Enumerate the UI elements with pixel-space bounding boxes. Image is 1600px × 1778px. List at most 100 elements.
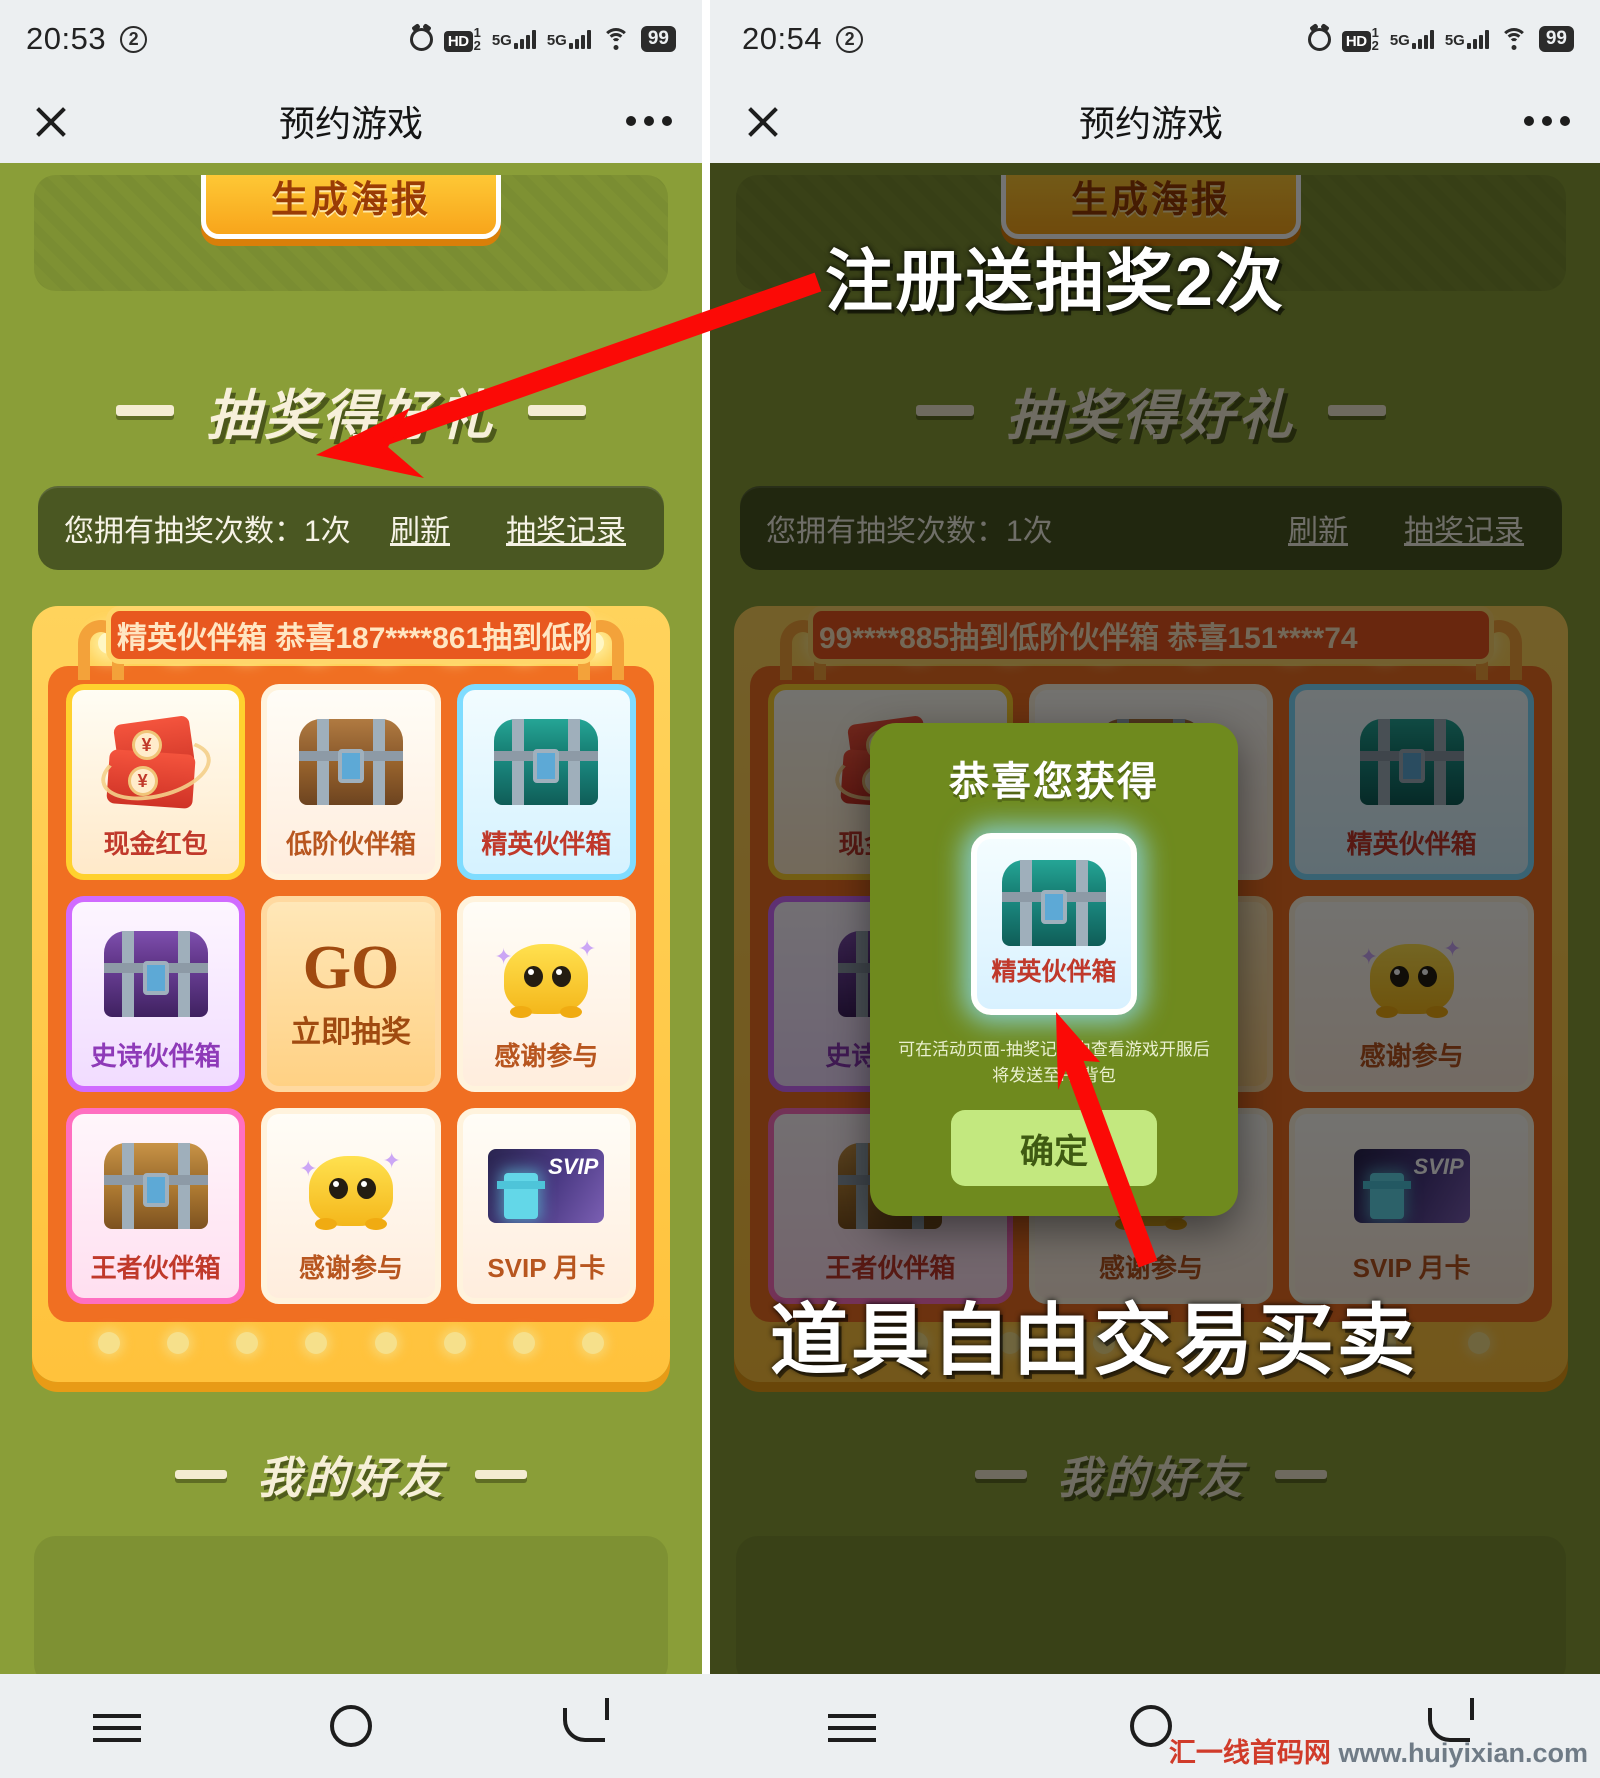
prize-label: 感谢参与 xyxy=(494,1041,599,1071)
prize-cell-cash[interactable]: ¥¥ 现金红包 xyxy=(66,684,246,880)
status-bar-left: 20:53 2 HD 1 2 5G 5G 99 xyxy=(0,0,702,78)
prize-label: 精英伙伴箱 xyxy=(1346,829,1477,859)
prize-cell-king-chest[interactable]: 王者伙伴箱 xyxy=(66,1108,246,1304)
prize-cell-elite-chest[interactable]: 精英伙伴箱 xyxy=(1289,684,1534,880)
prize-cell-thanks-2[interactable]: ✦✦ 感谢参与 xyxy=(261,1108,441,1304)
lottery-info-links: 刷新 抽奖记录 xyxy=(390,506,638,550)
signal-sim1-icon: 5G xyxy=(492,29,536,49)
prize-cell-thanks-1[interactable]: ✦ ✦ 感谢参与 xyxy=(456,896,636,1092)
lottery-machine: 精英伙伴箱 恭喜187****861抽到低阶伙伴箱 ¥¥ 现金红包 xyxy=(32,606,670,1382)
dialog-title: 恭喜您获得 xyxy=(949,760,1159,804)
dialog-prize-card: 精英伙伴箱 xyxy=(971,833,1137,1015)
draw-now-label: 立即抽奖 xyxy=(290,1016,411,1049)
status-time: 20:54 xyxy=(742,21,823,56)
dash-right-icon xyxy=(528,405,586,416)
status-time: 20:53 xyxy=(26,21,107,56)
generate-poster-label: 生成海报 xyxy=(1071,179,1231,220)
page-content-right: 生成海报 抽奖得好礼 您拥有抽奖次数：1次 刷新 抽奖记录 99****885抽… xyxy=(702,163,1600,1759)
signal-sim1-icon: 5G xyxy=(1390,29,1434,49)
lottery-cabinet: ¥¥ 现金红包 低阶伙伴箱 xyxy=(32,606,670,1382)
alarm-icon xyxy=(1307,27,1331,51)
alarm-icon xyxy=(409,27,433,51)
panel-divider xyxy=(702,0,710,1778)
page-title: 预约游戏 xyxy=(278,102,423,144)
prize-label: 感谢参与 xyxy=(298,1253,403,1283)
prize-cell-low-chest[interactable]: 低阶伙伴箱 xyxy=(261,684,441,880)
chest-purple-icon xyxy=(98,916,214,1032)
prize-label: SVIP 月卡 xyxy=(487,1253,606,1283)
annotation-top-text: 注册送抽奖2次 xyxy=(825,244,1285,320)
poster-card: 生成海报 xyxy=(34,175,668,291)
home-icon[interactable] xyxy=(323,1704,379,1748)
dash-left-icon xyxy=(175,1469,227,1479)
more-icon[interactable] xyxy=(626,115,672,126)
battery-icon: 99 xyxy=(640,26,676,52)
title-bar-left: 预约游戏 xyxy=(0,78,702,163)
prize-label: 史诗伙伴箱 xyxy=(90,1041,221,1071)
prize-cell-elite-chest[interactable]: 精英伙伴箱 xyxy=(456,684,636,880)
phone-panel-left: 20:53 2 HD 1 2 5G 5G 99 预约游戏 生成海报 抽奖得好礼 … xyxy=(0,0,702,1778)
bulb-row-bottom xyxy=(48,1322,654,1366)
winner-marquee-text: 精英伙伴箱 恭喜187****861抽到低阶伙伴箱 xyxy=(117,622,591,655)
refresh-link[interactable]: 刷新 xyxy=(390,506,450,550)
svip-card-icon: SVIP xyxy=(488,1128,605,1244)
back-icon[interactable] xyxy=(557,1704,613,1748)
prize-cell-svip[interactable]: SVIP SVIP 月卡 xyxy=(456,1108,636,1304)
chest-gold-icon xyxy=(98,1128,214,1244)
dash-right-icon xyxy=(1328,405,1386,416)
more-icon[interactable] xyxy=(1524,115,1570,126)
status-icons: HD 1 2 5G 5G 99 xyxy=(409,26,676,53)
lottery-record-link[interactable]: 抽奖记录 xyxy=(1404,506,1524,550)
page-content-left: 生成海报 抽奖得好礼 您拥有抽奖次数：1次 刷新 抽奖记录 精英伙伴箱 恭喜18… xyxy=(0,163,702,1759)
prize-label: 感谢参与 xyxy=(1359,1041,1464,1071)
hd-sim2-label: 2 xyxy=(473,38,481,53)
lottery-record-link[interactable]: 抽奖记录 xyxy=(506,506,626,550)
dash-left-icon xyxy=(116,405,174,416)
signal-sim2-icon: 5G xyxy=(1445,29,1489,49)
friends-list-box xyxy=(34,1536,668,1686)
wifi-icon xyxy=(1499,28,1528,50)
lottery-count-text: 您拥有抽奖次数：1次 xyxy=(64,515,351,548)
menu-icon[interactable] xyxy=(824,1704,880,1748)
generate-poster-button[interactable]: 生成海报 xyxy=(201,175,501,239)
chest-teal-icon xyxy=(488,704,604,820)
dash-right-icon xyxy=(1275,1469,1327,1479)
dash-right-icon xyxy=(475,1469,527,1479)
prize-label: 现金红包 xyxy=(103,829,208,859)
winner-marquee: 精英伙伴箱 恭喜187****861抽到低阶伙伴箱 xyxy=(106,606,596,664)
page-title: 预约游戏 xyxy=(1078,102,1223,144)
hd-sim2-label: 2 xyxy=(1371,38,1379,53)
generate-poster-label: 生成海报 xyxy=(271,179,431,220)
winner-marquee: 99****885抽到低阶伙伴箱 恭喜151****74 xyxy=(808,606,1494,664)
prize-label: 王者伙伴箱 xyxy=(90,1253,221,1283)
chest-brown-icon xyxy=(293,704,409,820)
blob-yellow-icon: ✦✦ xyxy=(1354,916,1470,1032)
annotation-bottom-text: 道具自由交易买卖 xyxy=(770,1296,1419,1384)
prize-cell-thanks-1[interactable]: ✦ ✦ 感谢参与 xyxy=(1289,896,1534,1092)
draw-now-button[interactable]: GO 立即抽奖 xyxy=(261,896,441,1092)
title-bar-right: 预约游戏 xyxy=(702,78,1600,163)
lottery-info-links: 刷新 抽奖记录 xyxy=(1288,506,1536,550)
blob-yellow-icon: ✦✦ xyxy=(293,1128,409,1244)
dialog-prize-name: 精英伙伴箱 xyxy=(991,958,1117,986)
menu-icon[interactable] xyxy=(89,1704,145,1748)
friends-section-title: 我的好友 xyxy=(1057,1454,1245,1503)
dash-left-icon xyxy=(975,1469,1027,1479)
go-label: GO xyxy=(302,934,400,1002)
red-packet-icon: ¥¥ xyxy=(94,704,217,820)
blob-yellow-icon: ✦✦ xyxy=(488,916,604,1032)
lottery-section-title: 抽奖得好礼 xyxy=(1006,386,1296,446)
friends-section-heading: 我的好友 xyxy=(702,1442,1600,1506)
android-navbar-left xyxy=(0,1674,702,1778)
friends-section-heading: 我的好友 xyxy=(0,1442,702,1506)
signal-sim2-icon: 5G xyxy=(547,29,591,49)
lottery-info-bar: 您拥有抽奖次数：1次 刷新 抽奖记录 xyxy=(740,486,1562,570)
chest-teal-icon xyxy=(1354,704,1470,820)
prize-cell-epic-chest[interactable]: 史诗伙伴箱 xyxy=(66,896,246,1092)
lottery-section-heading: 抽奖得好礼 xyxy=(0,371,702,450)
watermark-right: www.huiyixian.com xyxy=(1338,1738,1588,1768)
lottery-section-heading: 抽奖得好礼 xyxy=(702,371,1600,450)
prize-cell-svip[interactable]: SVIP SVIP 月卡 xyxy=(1289,1108,1534,1304)
refresh-link[interactable]: 刷新 xyxy=(1288,506,1348,550)
confirm-button[interactable]: 确定 xyxy=(951,1110,1157,1186)
